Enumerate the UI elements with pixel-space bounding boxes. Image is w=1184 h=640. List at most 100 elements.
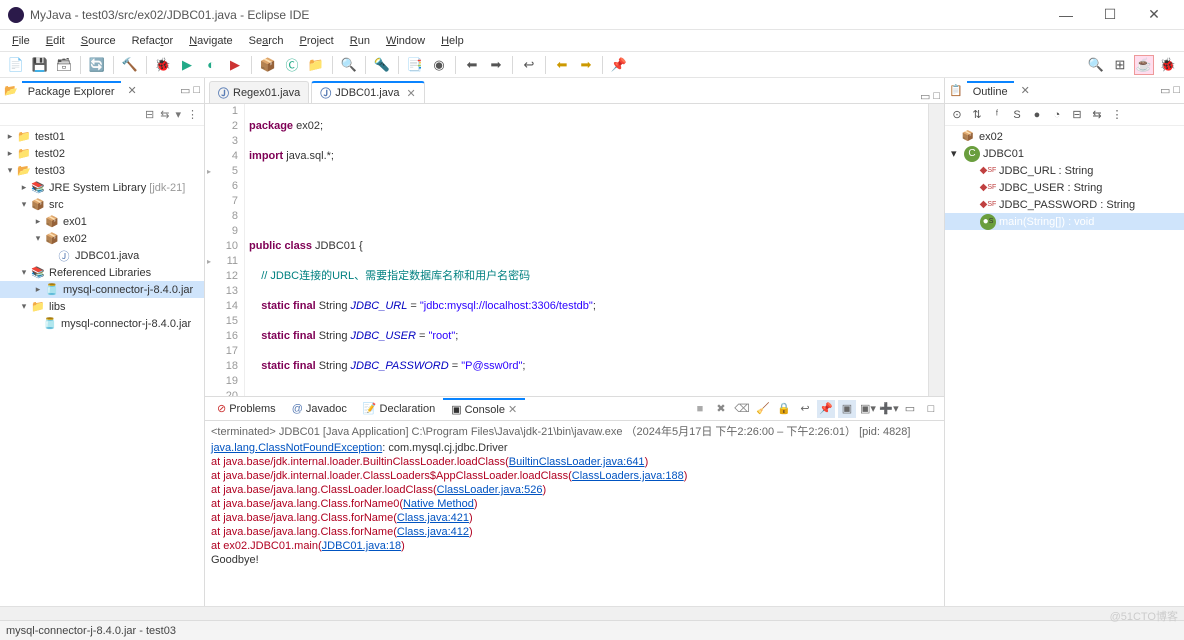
tab-javadoc[interactable]: @Javadoc (284, 400, 355, 418)
vertical-scrollbar[interactable] (928, 104, 944, 396)
tree-item-ex02[interactable]: ex02 (63, 233, 87, 245)
maximize-panel-icon[interactable]: □ (922, 400, 940, 418)
outline-tree[interactable]: 📦ex02 ▾CJDBC01 ◆SFJDBC_URL : String ◆SFJ… (945, 126, 1184, 232)
menu-search[interactable]: Search (243, 33, 290, 49)
collapse-icon[interactable]: ⊟ (1069, 108, 1085, 121)
outline-method-main[interactable]: main(String[]) : void (999, 216, 1094, 228)
clear-console-icon[interactable]: 🧹 (754, 400, 772, 418)
tab-declaration[interactable]: 📝Declaration (355, 399, 443, 418)
minimize-view-icon[interactable]: ▭ (180, 84, 190, 97)
menu-file[interactable]: File (6, 33, 36, 49)
link-editor-icon[interactable]: ⇆ (160, 108, 169, 121)
back-icon[interactable]: ⬅ (552, 55, 572, 75)
tree-item-libs[interactable]: libs (49, 301, 66, 313)
new-pkg-icon[interactable]: 📦 (258, 55, 278, 75)
tree-item-jdbc01[interactable]: JDBC01.java (75, 250, 139, 262)
menu-refactor[interactable]: Refactor (126, 33, 180, 49)
hide-nonpublic-icon[interactable]: ● (1029, 109, 1045, 121)
tree-item-test02[interactable]: test02 (35, 148, 65, 160)
minimize-outline-icon[interactable]: ▭ (1160, 84, 1170, 97)
tree-item-reflib[interactable]: Referenced Libraries (49, 267, 151, 279)
remove-all-icon[interactable]: ⌫ (733, 400, 751, 418)
code-editor[interactable]: 12345678910111213141516171819202122 pack… (205, 104, 944, 396)
tree-item-test03[interactable]: test03 (35, 165, 65, 177)
menu-icon[interactable]: ⋮ (1109, 108, 1125, 121)
menu-project[interactable]: Project (294, 33, 340, 49)
outline-field-user[interactable]: JDBC_USER : String (999, 182, 1102, 194)
terminate-icon[interactable]: ■ (691, 400, 709, 418)
forward-icon[interactable]: ➡ (576, 55, 596, 75)
outline-pkg[interactable]: ex02 (979, 131, 1003, 143)
tab-console[interactable]: ▣Console✕ (443, 398, 525, 419)
hide-fields-icon[interactable]: ᶠ (989, 109, 1005, 121)
project-tree[interactable]: ▸📁test01 ▸📁test02 ▾📂test03 ▸📚JRE System … (0, 126, 204, 606)
last-edit-icon[interactable]: ↩ (519, 55, 539, 75)
menu-run[interactable]: Run (344, 33, 376, 49)
open-perspective-icon[interactable]: ⊞ (1110, 55, 1130, 75)
tree-item-ex01[interactable]: ex01 (63, 216, 87, 228)
tree-item-connector-jar[interactable]: mysql-connector-j-8.4.0.jar (63, 284, 193, 296)
tree-item-jre[interactable]: JRE System Library [jdk-21] (49, 182, 185, 194)
new-folder-icon[interactable]: 📁 (306, 55, 326, 75)
run-icon[interactable]: ▶ (177, 55, 197, 75)
collapse-all-icon[interactable]: ⊟ (145, 108, 154, 121)
tree-item-src[interactable]: src (49, 199, 64, 211)
new-icon[interactable]: 📄 (6, 55, 26, 75)
remove-launch-icon[interactable]: ✖ (712, 400, 730, 418)
toggle-mark-icon[interactable]: 📑 (405, 55, 425, 75)
close-view-icon[interactable]: ✕ (125, 84, 140, 97)
word-wrap-icon[interactable]: ↩ (796, 400, 814, 418)
save-icon[interactable]: 💾 (30, 55, 50, 75)
tab-regex01[interactable]: ⒿRegex01.java (209, 81, 309, 103)
build-icon[interactable]: 🔨 (120, 55, 140, 75)
link-icon[interactable]: ⇆ (1089, 108, 1105, 121)
minimize-panel-icon[interactable]: ▭ (901, 400, 919, 418)
outline-field-pass[interactable]: JDBC_PASSWORD : String (999, 199, 1135, 211)
close-console-icon[interactable]: ✕ (508, 403, 517, 416)
code-content[interactable]: package ex02; import java.sql.*; public … (245, 104, 928, 396)
debug-icon[interactable]: 🐞 (153, 55, 173, 75)
show-console-icon[interactable]: ▣▾ (859, 400, 877, 418)
save-all-icon[interactable]: 🗃 (54, 55, 74, 75)
console-output[interactable]: java.lang.ClassNotFoundException: com.my… (205, 441, 944, 606)
pin-console-icon[interactable]: 📌 (817, 400, 835, 418)
pin-icon[interactable]: 📌 (609, 55, 629, 75)
tree-item-test01[interactable]: test01 (35, 131, 65, 143)
display-console-icon[interactable]: ▣ (838, 400, 856, 418)
menu-navigate[interactable]: Navigate (183, 33, 238, 49)
search-icon[interactable]: 🔦 (372, 55, 392, 75)
quick-access-icon[interactable]: 🔍 (1086, 55, 1106, 75)
maximize-outline-icon[interactable]: □ (1173, 84, 1180, 97)
java-perspective-icon[interactable]: ☕ (1134, 55, 1154, 75)
toggle-bp-icon[interactable]: ◉ (429, 55, 449, 75)
new-class-icon[interactable]: Ⓒ (282, 55, 302, 75)
tab-problems[interactable]: ⊘Problems (209, 399, 284, 418)
package-explorer-tab[interactable]: 📂 Package Explorer ✕ ▭ □ (0, 78, 204, 104)
filter-icon[interactable]: ▾ (175, 108, 181, 121)
view-menu-icon[interactable]: ⋮ (187, 108, 198, 121)
editor-min-icon[interactable]: ▭ (920, 90, 930, 103)
tab-jdbc01[interactable]: ⒿJDBC01.java✕ (311, 81, 424, 103)
maximize-view-icon[interactable]: □ (193, 84, 200, 97)
annotation-prev-icon[interactable]: ⬅ (462, 55, 482, 75)
debug-perspective-icon[interactable]: 🐞 (1158, 55, 1178, 75)
hide-local-icon[interactable]: ◔ (1049, 109, 1065, 121)
ext-tools-icon[interactable]: ▶ (225, 55, 245, 75)
outline-field-url[interactable]: JDBC_URL : String (999, 165, 1093, 177)
open-console-icon[interactable]: ➕▾ (880, 400, 898, 418)
menu-window[interactable]: Window (380, 33, 431, 49)
editor-max-icon[interactable]: □ (933, 90, 940, 103)
horizontal-scrollbar[interactable] (0, 606, 1184, 620)
outline-class[interactable]: JDBC01 (983, 148, 1024, 160)
scroll-lock-icon[interactable]: 🔒 (775, 400, 793, 418)
hide-static-icon[interactable]: S (1009, 109, 1025, 121)
maximize-button[interactable]: ☐ (1088, 1, 1132, 29)
sort-icon[interactable]: ⇅ (969, 108, 985, 121)
minimize-button[interactable]: — (1044, 1, 1088, 29)
open-type-icon[interactable]: 🔍 (339, 55, 359, 75)
menu-help[interactable]: Help (435, 33, 470, 49)
coverage-icon[interactable]: ◐ (201, 55, 221, 75)
menu-edit[interactable]: Edit (40, 33, 71, 49)
menu-source[interactable]: Source (75, 33, 122, 49)
close-outline-icon[interactable]: ✕ (1018, 84, 1033, 97)
